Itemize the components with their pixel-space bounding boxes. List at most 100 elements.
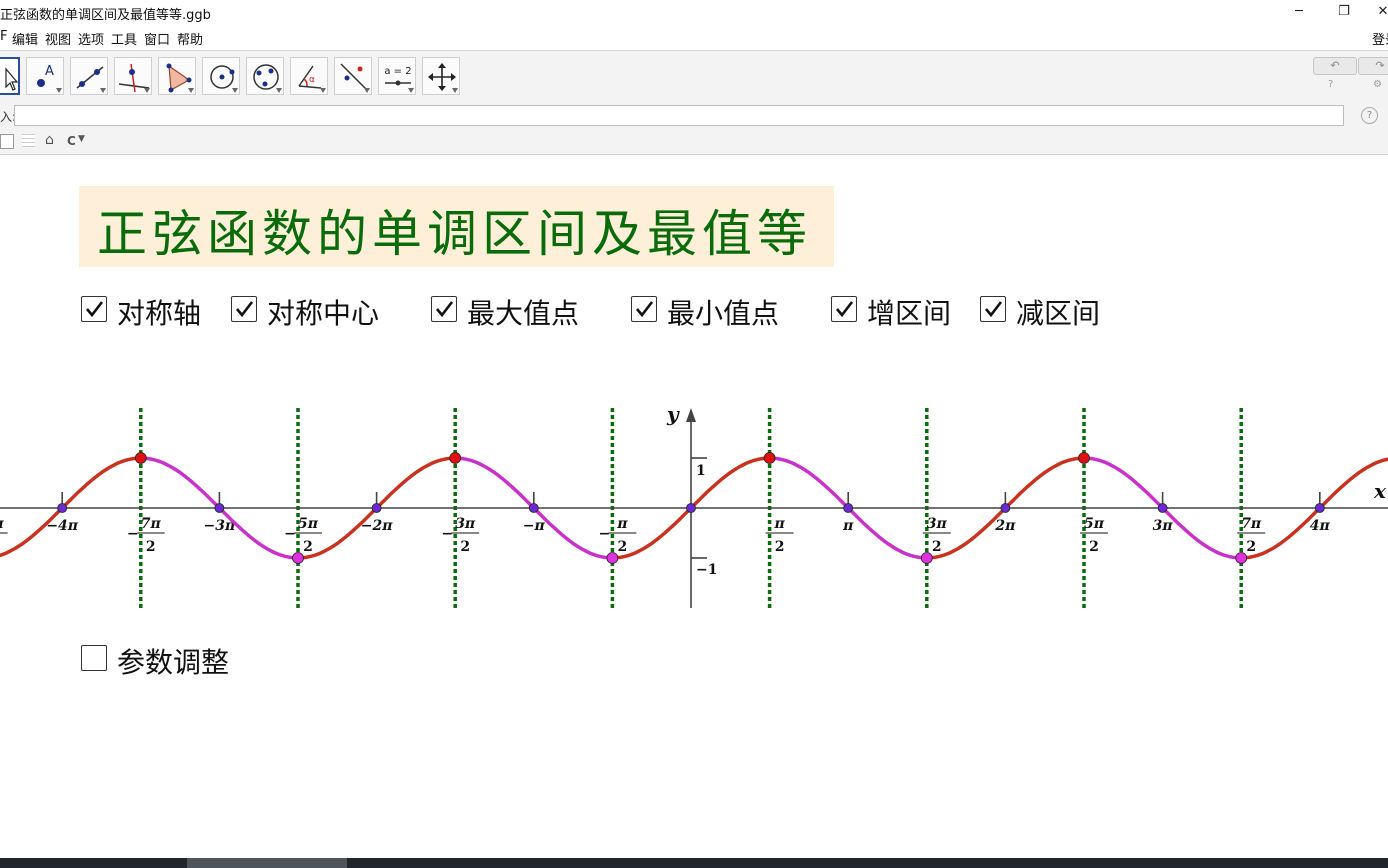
x-tick-denominator: 2 <box>146 539 156 555</box>
page-title: 正弦函数的单调区间及最值等 <box>97 205 812 263</box>
input-help-icon[interactable]: ? <box>1361 107 1378 124</box>
symmetry-center-point <box>528 503 539 513</box>
max-point <box>449 452 462 464</box>
checkbox-box[interactable] <box>81 296 107 322</box>
x-tick-label: 4π <box>1310 518 1331 534</box>
move-view-tool-button[interactable] <box>422 57 460 95</box>
checkbox-box[interactable] <box>980 296 1006 322</box>
symmetry-center-point <box>1314 503 1325 513</box>
x-axis-label: x <box>1373 479 1387 503</box>
point-tool-button[interactable]: A <box>26 57 64 95</box>
min-point <box>1235 552 1248 564</box>
symmetry-center-point <box>214 503 225 513</box>
check-icon <box>436 301 454 318</box>
max-point <box>763 452 776 464</box>
line-tool-button[interactable] <box>70 57 108 95</box>
checkbox-label: 增区间 <box>867 297 952 330</box>
x-tick-numerator: π <box>616 516 628 532</box>
x-tick-numerator: 5π <box>298 516 319 532</box>
checkbox-box[interactable] <box>831 296 857 322</box>
menu-options[interactable]: 选项 <box>78 29 104 48</box>
conic-tool-button[interactable] <box>246 57 284 95</box>
taskbar <box>0 858 1388 868</box>
settings-gear-icon[interactable]: ⚙ <box>1373 79 1382 90</box>
redo-button[interactable]: ↷ <box>1358 57 1388 75</box>
axes-toggle-icon[interactable] <box>0 134 14 149</box>
check-icon <box>86 301 104 318</box>
menu-file[interactable]: F <box>0 29 7 44</box>
x-tick-numerator: 3π <box>455 516 476 532</box>
max-point <box>1078 452 1090 464</box>
checkbox-label: 参数调整 <box>117 646 230 679</box>
min-point <box>292 552 304 564</box>
x-tick-denominator: 2 <box>932 539 942 555</box>
checkbox-label: 最大值点 <box>467 297 580 330</box>
x-tick-sign: − <box>127 526 139 542</box>
check-icon <box>836 301 854 318</box>
perpendicular-tool-button[interactable] <box>114 57 152 95</box>
x-tick-denominator: 2 <box>303 539 313 555</box>
input-bar: 入: ? <box>0 102 1388 130</box>
menu-bar: F 编辑 视图 选项 工具 窗口 帮助 登录 <box>0 26 1388 50</box>
sine-graph[interactable]: yx1−1−4π−3π−2π−ππ2π3π4π−9π2−7π2−5π2−3π2−… <box>0 390 1388 620</box>
close-button[interactable]: ✕ <box>1368 2 1388 22</box>
menu-edit[interactable]: 编辑 <box>12 29 38 48</box>
title-bar: 正弦函数的单调区间及最值等等.ggb ─ ❐ ✕ <box>0 0 1388 26</box>
checkbox-box[interactable] <box>631 296 657 322</box>
checkbox-box[interactable] <box>231 296 257 322</box>
point-capture-dropdown-icon[interactable]: ▼ <box>78 134 85 144</box>
move-tool-button[interactable] <box>0 57 20 95</box>
menu-tools[interactable]: 工具 <box>111 29 137 48</box>
heading-box: 正弦函数的单调区间及最值等 <box>79 186 834 267</box>
x-tick-sign: − <box>599 526 611 542</box>
grid-toggle-icon[interactable] <box>22 134 35 147</box>
min-point <box>606 552 619 564</box>
x-tick-denominator: 2 <box>460 539 470 555</box>
checkbox-label: 对称轴 <box>117 297 202 330</box>
x-tick-numerator: 7π <box>141 516 162 532</box>
maximize-button[interactable]: ❐ <box>1329 2 1359 22</box>
x-tick-label: 2π <box>994 518 1016 534</box>
symmetry-center-point <box>1000 503 1011 513</box>
minimize-button[interactable]: ─ <box>1284 2 1314 22</box>
x-tick-denominator: 2 <box>1089 539 1099 555</box>
checkbox-label: 最小值点 <box>667 297 780 330</box>
x-tick-numerator: 7π <box>1241 516 1262 532</box>
checkbox-label: 减区间 <box>1016 297 1101 330</box>
graphics-style-bar: ⌂ C ▼ <box>0 130 1388 155</box>
slider-tool-button[interactable]: a = 2 <box>378 57 416 95</box>
toolbar-help-icon[interactable]: ? <box>1328 79 1333 90</box>
polygon-tool-button[interactable] <box>158 57 196 95</box>
reflect-tool-button[interactable] <box>334 57 372 95</box>
angle-tool-button[interactable]: α <box>290 57 328 95</box>
cursor-icon <box>5 67 19 91</box>
check-icon <box>236 301 254 318</box>
login-link[interactable]: 登录 <box>1372 29 1388 48</box>
x-tick-label: 3π <box>1153 518 1174 534</box>
menu-help[interactable]: 帮助 <box>177 29 203 48</box>
max-point <box>134 452 147 464</box>
y-axis-label: y <box>666 402 680 426</box>
y-tick-label: −1 <box>696 562 717 578</box>
x-tick-label: −π <box>523 518 546 534</box>
checkbox-box[interactable] <box>81 645 107 671</box>
circle-tool-button[interactable] <box>202 57 240 95</box>
home-icon[interactable]: ⌂ <box>45 132 54 148</box>
min-point <box>920 552 933 564</box>
undo-button[interactable]: ↶ <box>1313 57 1357 75</box>
x-tick-numerator: π <box>773 516 785 532</box>
point-capture-icon[interactable]: C <box>67 134 76 148</box>
y-tick-label: 1 <box>696 463 706 479</box>
x-tick-denominator: 2 <box>775 539 785 555</box>
x-tick-sign: − <box>441 526 453 542</box>
menu-view[interactable]: 视图 <box>45 29 71 48</box>
input-field[interactable] <box>14 105 1344 126</box>
menu-window[interactable]: 窗口 <box>144 29 170 48</box>
checkbox-box[interactable] <box>431 296 457 322</box>
toolbar: A α a = 2 ↶ ↷ ? ⚙ <box>0 50 1388 103</box>
taskbar-active-item[interactable] <box>187 858 347 868</box>
checkbox-label: 对称中心 <box>267 297 380 330</box>
x-tick-numerator: 5π <box>1084 516 1105 532</box>
y-axis-arrow <box>686 408 696 422</box>
symmetry-center-point <box>1157 503 1168 513</box>
